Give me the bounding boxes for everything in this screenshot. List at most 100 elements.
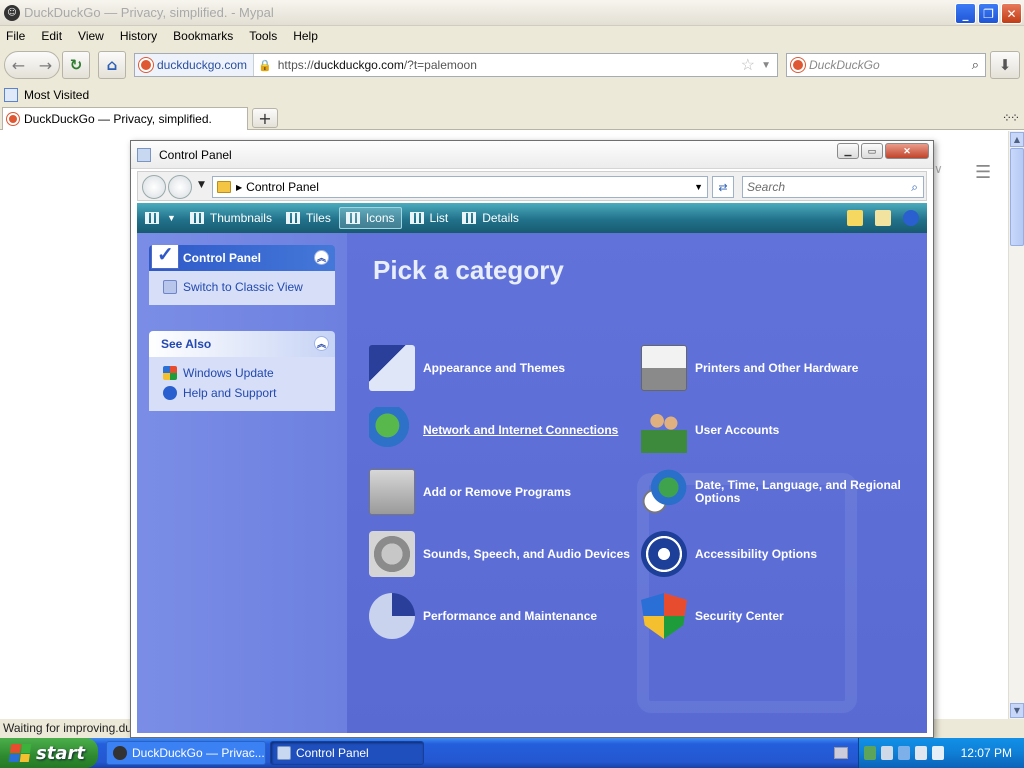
volume-tray-icon[interactable] (915, 746, 927, 760)
url-host: duckduckgo.com (313, 58, 404, 72)
task-box-header[interactable]: Control Panel ︽ (149, 245, 335, 271)
cp-back-button[interactable] (142, 175, 166, 199)
scroll-down-icon[interactable]: ▼ (1010, 703, 1024, 718)
category-sounds-speech-audio[interactable]: Sounds, Speech, and Audio Devices (369, 531, 630, 577)
vertical-scrollbar[interactable]: ▲ ▼ (1008, 131, 1024, 719)
cp-search-icon[interactable]: ⌕ (911, 180, 918, 195)
reload-button[interactable]: ↻ (62, 51, 90, 79)
bookmark-star-icon[interactable]: ☆ (741, 55, 755, 75)
see-also-chevron-icon[interactable]: ︽ (314, 336, 329, 351)
tab-grid-icon[interactable]: ⁘⁘ (1002, 111, 1020, 125)
address-dropdown-icon[interactable]: ▼ (694, 182, 703, 192)
search-icon[interactable]: ⌕ (972, 57, 979, 73)
details-icon (462, 212, 477, 224)
url-bar[interactable]: duckduckgo.com 🔒 https://duckduckgo.com/… (134, 53, 778, 77)
recent-pages-dropdown-icon[interactable]: ▼ (198, 180, 205, 190)
new-tab-button[interactable]: + (252, 108, 278, 128)
cp-maximize-button[interactable]: ▭ (861, 143, 883, 159)
forward-arrow-icon[interactable]: → (39, 56, 52, 75)
category-add-remove-programs[interactable]: Add or Remove Programs (369, 469, 571, 515)
minimize-button[interactable]: _ (955, 3, 976, 24)
view-icons[interactable]: Icons (338, 207, 402, 229)
taskbar-item-control-panel[interactable]: Control Panel (270, 741, 424, 765)
cp-minimize-button[interactable]: ▁ (837, 143, 859, 159)
lock-icon: 🔒 (258, 59, 272, 72)
search-engine-icon[interactable] (791, 58, 805, 72)
folder-options-icon[interactable] (875, 210, 891, 226)
restore-button[interactable]: ❐ (978, 3, 999, 24)
control-panel-body: Control Panel ︽ Switch to Classic View S… (137, 233, 927, 733)
url-text[interactable]: https://duckduckgo.com/?t=palemoon (272, 58, 477, 72)
category-accessibility-options[interactable]: Accessibility Options (641, 531, 817, 577)
view-tiles[interactable]: Tiles (280, 207, 337, 229)
search-box[interactable]: DuckDuckGo ⌕ (786, 53, 986, 77)
page-chevron-icon[interactable]: ∨ (934, 162, 943, 176)
menu-help[interactable]: Help (285, 29, 326, 43)
menu-tools[interactable]: Tools (241, 29, 285, 43)
menu-view[interactable]: View (70, 29, 112, 43)
view-list[interactable]: List (404, 207, 455, 229)
back-forward-buttons: ← → (4, 51, 60, 79)
bookmark-most-visited[interactable]: Most Visited (24, 88, 89, 102)
help-icon[interactable] (903, 210, 919, 226)
back-arrow-icon[interactable]: ← (12, 56, 25, 75)
network-tray-icon[interactable] (864, 746, 876, 760)
cp-close-button[interactable]: ✕ (885, 143, 929, 159)
menu-file[interactable]: File (0, 29, 33, 43)
new-folder-icon[interactable] (847, 210, 863, 226)
site-identity-badge[interactable]: duckduckgo.com (135, 54, 255, 76)
home-button[interactable]: ⌂ (98, 51, 126, 79)
display-tray-icon[interactable] (881, 746, 893, 760)
collapse-chevron-icon[interactable]: ︽ (314, 250, 329, 265)
category-label: User Accounts (695, 422, 780, 437)
view-thumbnails[interactable]: Thumbnails (184, 207, 278, 229)
category-security-center[interactable]: Security Center (641, 593, 784, 639)
start-label: start (36, 742, 85, 764)
connection-tray-icon[interactable] (898, 746, 910, 760)
category-network-internet[interactable]: Network and Internet Connections (369, 407, 618, 453)
category-label: Sounds, Speech, and Audio Devices (423, 546, 630, 561)
windows-update-link[interactable]: Windows Update (163, 363, 335, 383)
category-appearance-themes[interactable]: Appearance and Themes (369, 345, 565, 391)
start-button[interactable]: start (0, 738, 98, 768)
windows-update-icon (163, 366, 177, 380)
scroll-up-icon[interactable]: ▲ (1010, 132, 1024, 147)
menu-edit[interactable]: Edit (33, 29, 70, 43)
thumbnails-icon (189, 212, 204, 224)
windows-update-label: Windows Update (183, 366, 274, 380)
category-date-time-language[interactable]: Date, Time, Language, and Regional Optio… (641, 469, 915, 515)
system-clock[interactable]: 12:07 PM (961, 746, 1012, 760)
input-tray-icon[interactable] (932, 746, 944, 760)
category-label: Performance and Maintenance (423, 608, 598, 623)
tab-duckduckgo[interactable]: DuckDuckGo — Privacy, simplified. (2, 107, 248, 130)
category-user-accounts[interactable]: User Accounts (641, 407, 779, 453)
view-details[interactable]: Details (456, 207, 525, 229)
menu-history[interactable]: History (112, 29, 165, 43)
icons-view-icon (345, 212, 360, 224)
download-button[interactable]: ⬇ (990, 51, 1020, 79)
control-panel-task-icon (277, 746, 291, 760)
help-support-link[interactable]: Help and Support (163, 383, 335, 403)
taskbar-item-browser[interactable]: DuckDuckGo — Privac... (106, 741, 266, 765)
page-hamburger-icon[interactable]: ☰ (975, 162, 991, 183)
keyboard-layout-icon[interactable] (834, 747, 848, 759)
date-time-icon (641, 469, 687, 515)
close-button[interactable]: ✕ (1001, 3, 1022, 24)
menu-bookmarks[interactable]: Bookmarks (165, 29, 241, 43)
cp-address-field[interactable]: ▶ Control Panel ▼ (212, 176, 708, 198)
url-dropdown-icon[interactable]: ▼ (761, 60, 771, 71)
category-performance-maintenance[interactable]: Performance and Maintenance (369, 593, 597, 639)
help-support-icon (163, 386, 177, 400)
search-placeholder: DuckDuckGo (809, 58, 880, 72)
tab-strip: DuckDuckGo — Privacy, simplified. + ⁘⁘ (0, 106, 1024, 130)
scroll-thumb[interactable] (1010, 148, 1024, 246)
cp-search-input[interactable]: Search ⌕ (742, 176, 924, 198)
see-also-header[interactable]: See Also ︽ (149, 331, 335, 357)
breadcrumb-arrow-icon[interactable]: ▶ (236, 183, 242, 192)
cp-forward-button[interactable] (168, 175, 192, 199)
cp-refresh-button[interactable]: ⇄ (712, 176, 734, 198)
category-printers-hardware[interactable]: Printers and Other Hardware (641, 345, 858, 391)
switch-classic-view-link[interactable]: Switch to Classic View (163, 277, 335, 297)
see-also-title: See Also (161, 337, 212, 351)
organize-button[interactable]: ▼ (139, 207, 182, 229)
